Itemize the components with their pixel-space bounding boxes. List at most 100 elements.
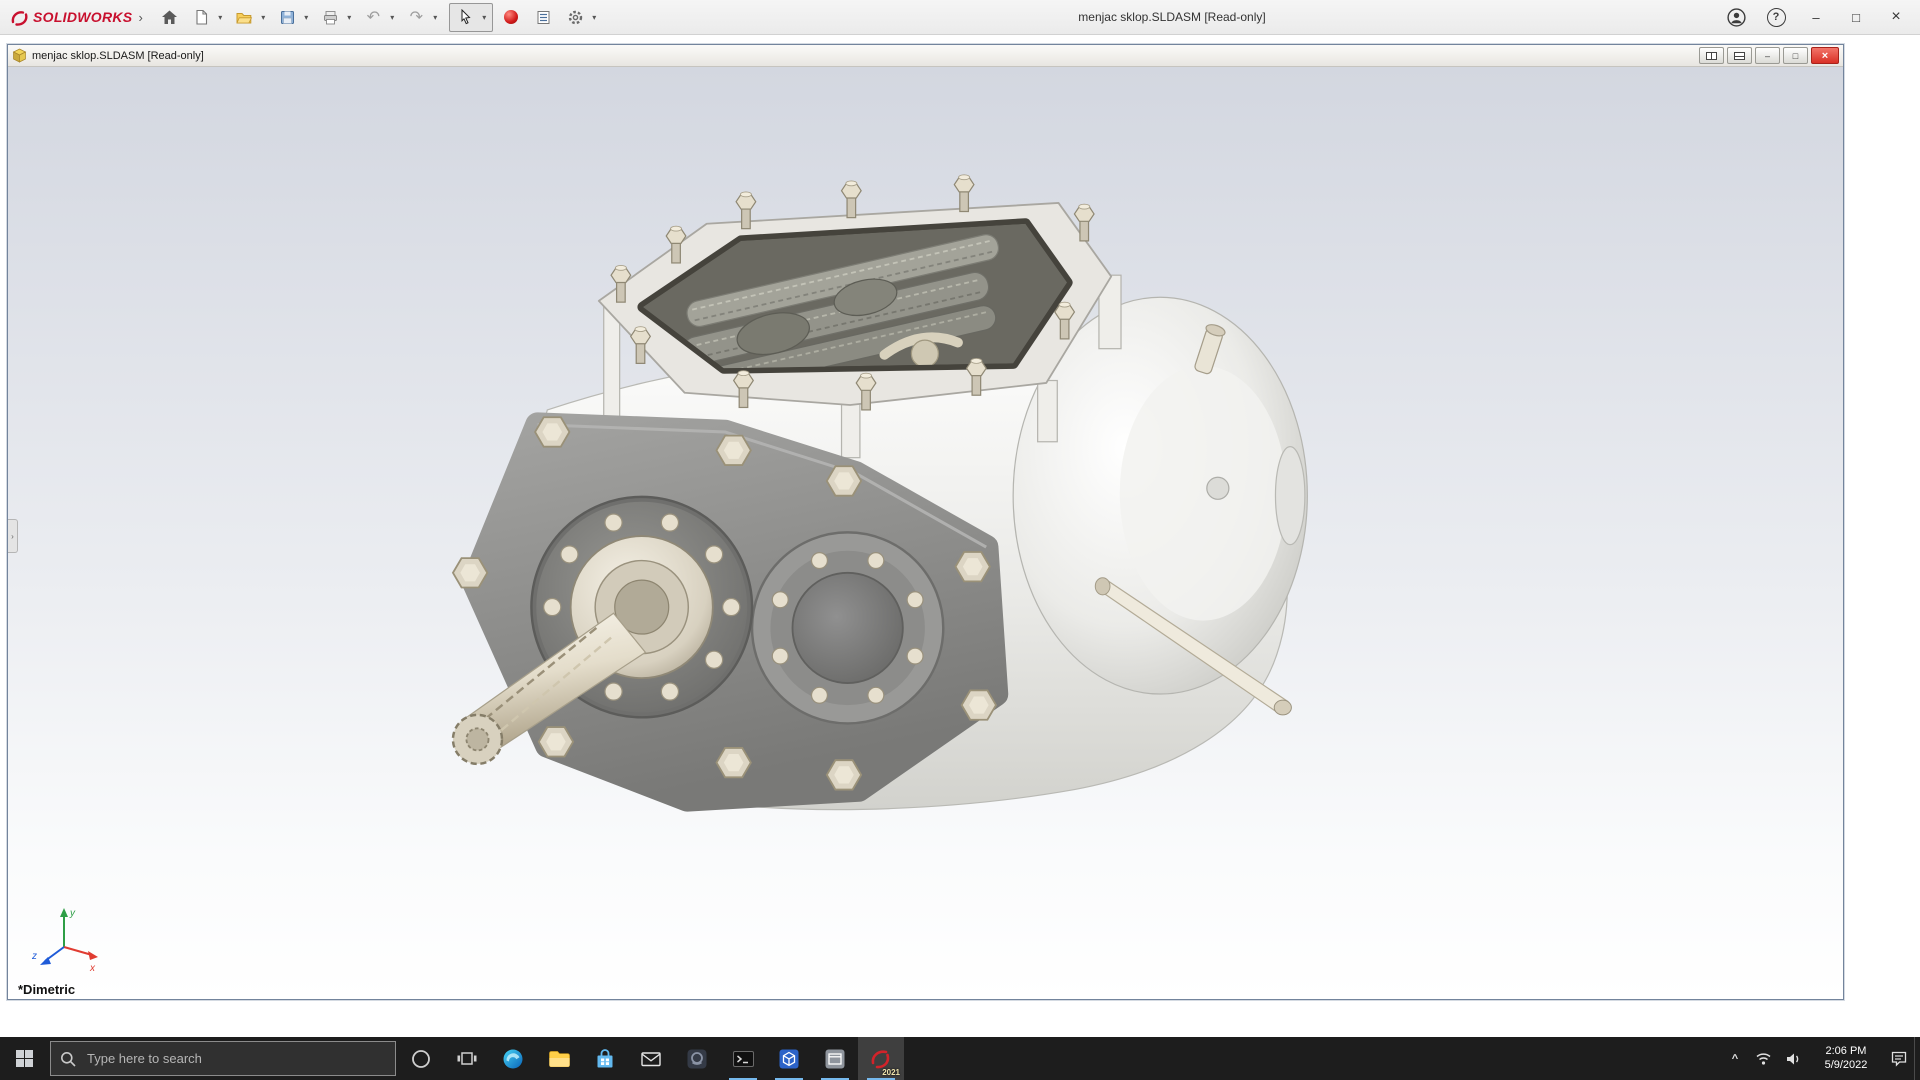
taskbar-terminal-button[interactable] [720, 1037, 766, 1080]
search-icon [61, 1051, 76, 1067]
select-tool-group: ▾ [448, 2, 493, 32]
open-button[interactable] [231, 4, 258, 31]
open-folder-icon [236, 12, 253, 23]
close-button[interactable]: × [1878, 4, 1914, 31]
file-explorer-icon [548, 1050, 570, 1067]
windows-start-icon [15, 1050, 33, 1067]
cortana-icon [412, 1049, 430, 1068]
triad-y-label: y [69, 908, 76, 919]
gear-icon [568, 10, 582, 24]
chevron-down-icon[interactable]: ▾ [258, 13, 269, 22]
chevron-down-icon[interactable]: ▾ [430, 13, 441, 22]
clock-date: 5/9/2022 [1824, 1058, 1868, 1071]
print-button[interactable] [317, 4, 344, 31]
windows-taskbar: 2021 ^ 2:06 PM 5/9/2022 [0, 1037, 1920, 1080]
titlebar-controls: ? – □ × [1718, 4, 1914, 31]
action-center-icon [1891, 1051, 1907, 1067]
document-titlebar[interactable]: menjac sklop.SLDASM [Read-only] – □ × [8, 45, 1843, 67]
solidworks-logo-icon [11, 11, 28, 26]
edge-icon [503, 1049, 523, 1068]
chevron-down-icon[interactable]: ▾ [479, 13, 490, 22]
split-horizontal-icon [1734, 51, 1745, 60]
triad-z-label: z [31, 951, 37, 962]
red-sphere-button[interactable] [498, 4, 525, 31]
undo-icon: ↶ [366, 9, 380, 26]
panel-flyout-tab[interactable]: › [8, 519, 18, 553]
chevron-down-icon[interactable]: ▾ [215, 13, 226, 22]
split-horizontal-button[interactable] [1727, 47, 1752, 64]
home-button[interactable] [156, 4, 183, 31]
select-button[interactable] [452, 4, 479, 31]
split-vertical-icon [1706, 51, 1717, 60]
taskbar-search [50, 1041, 396, 1076]
options-button[interactable] [562, 4, 589, 31]
undo-button[interactable]: ↶ [360, 4, 387, 31]
view-orientation-label: *Dimetric [18, 982, 76, 997]
taskbar-file-explorer-button[interactable] [536, 1037, 582, 1080]
chevron-down-icon[interactable]: ▾ [301, 13, 312, 22]
solidworks-logo-text: SOLIDWORKS [33, 9, 133, 25]
window-app-icon [825, 1049, 845, 1068]
taskbar-cortana-button[interactable] [398, 1037, 444, 1080]
account-icon [1726, 7, 1746, 27]
chevron-down-icon[interactable]: ▾ [344, 13, 355, 22]
new-document-button[interactable] [188, 4, 215, 31]
gearbox-model[interactable] [8, 67, 1843, 999]
taskbar-app-dark-button[interactable] [674, 1037, 720, 1080]
window-title: menjac sklop.SLDASM [Read-only] [1078, 10, 1266, 24]
clock-time: 2:06 PM [1825, 1044, 1867, 1057]
assembly-icon [12, 48, 27, 63]
triad-x-label: x [89, 963, 96, 974]
taskbar-store-button[interactable] [582, 1037, 628, 1080]
chevron-down-icon[interactable]: ▾ [387, 13, 398, 22]
redo-icon: ↷ [409, 9, 423, 26]
help-button[interactable]: ? [1758, 4, 1794, 31]
select-cursor-icon [461, 9, 471, 25]
save-icon [280, 10, 294, 24]
taskbar-cube-app-button[interactable] [766, 1037, 812, 1080]
start-button[interactable] [0, 1037, 48, 1080]
app-titlebar: SOLIDWORKS › ▾ ▾ ▾ ▾ ↶ ▾ ↷ ▾ ▾ ▾ menjac … [0, 0, 1920, 35]
maximize-button[interactable]: □ [1838, 4, 1874, 31]
solidworks-app-icon [871, 1049, 890, 1068]
hidden-icons-chevron[interactable]: ^ [1722, 1037, 1748, 1080]
system-tray: ^ 2:06 PM 5/9/2022 [1722, 1037, 1920, 1080]
document-window-controls: – □ × [1699, 47, 1839, 64]
minimize-button[interactable]: – [1798, 4, 1834, 31]
solidworks-version-badge: 2021 [882, 1068, 900, 1077]
network-button[interactable] [1748, 1037, 1778, 1080]
wifi-icon [1756, 1053, 1770, 1065]
cube-app-icon [779, 1049, 799, 1068]
file-properties-icon [537, 10, 550, 24]
taskbar-mail-button[interactable] [628, 1037, 674, 1080]
taskbar-clock[interactable]: 2:06 PM 5/9/2022 [1808, 1037, 1884, 1080]
taskbar-task-view-button[interactable] [444, 1037, 490, 1080]
search-input[interactable] [85, 1050, 386, 1067]
taskbar-solidworks-button[interactable]: 2021 [858, 1037, 904, 1080]
save-button[interactable] [274, 4, 301, 31]
terminal-icon [732, 1050, 754, 1067]
solidworks-logo[interactable]: SOLIDWORKS [6, 8, 132, 26]
volume-button[interactable] [1778, 1037, 1808, 1080]
new-document-icon [196, 9, 207, 25]
red-sphere-icon [504, 10, 519, 24]
speaker-icon [1786, 1053, 1798, 1064]
file-properties-button[interactable] [530, 4, 557, 31]
chevron-down-icon[interactable]: ▾ [589, 13, 600, 22]
redo-button[interactable]: ↷ [403, 4, 430, 31]
help-icon: ? [1766, 7, 1786, 27]
doc-close-button[interactable]: × [1811, 47, 1839, 64]
account-button[interactable] [1718, 4, 1754, 31]
split-vertical-button[interactable] [1699, 47, 1724, 64]
graphics-viewport[interactable]: y x z *Dimetric › [8, 67, 1843, 999]
doc-restore-button[interactable]: □ [1783, 47, 1808, 64]
show-desktop-button[interactable] [1914, 1037, 1920, 1080]
taskbar-window-app-button[interactable] [812, 1037, 858, 1080]
triad-icon: y x z [31, 908, 98, 974]
home-icon [161, 10, 177, 24]
action-center-button[interactable] [1884, 1037, 1914, 1080]
doc-minimize-button[interactable]: – [1755, 47, 1780, 64]
mail-icon [641, 1051, 661, 1066]
taskbar-edge-button[interactable] [490, 1037, 536, 1080]
logo-expand-chevron[interactable]: › [138, 10, 142, 25]
